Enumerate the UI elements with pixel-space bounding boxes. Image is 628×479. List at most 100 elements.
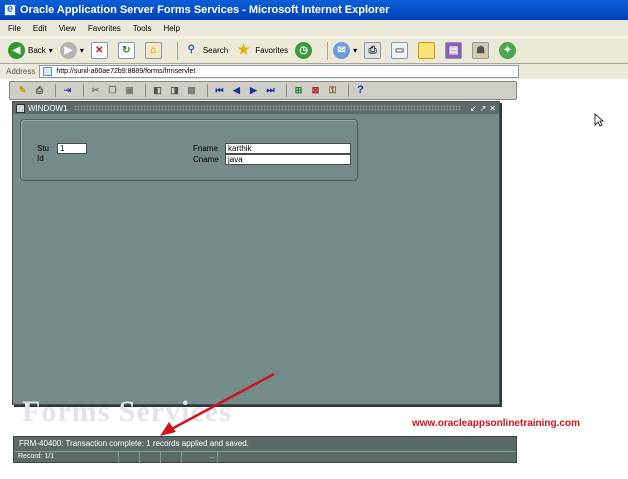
cname-label: Cname bbox=[193, 155, 219, 164]
menu-bar: File Edit View Favorites Tools Help bbox=[0, 20, 628, 37]
cut-icon[interactable]: ✂ bbox=[89, 84, 102, 97]
form-window: WINDOW1 ↙ ↗ ✕ Stu Id 1 Fname karthik Cna… bbox=[12, 101, 500, 405]
previous-block-icon[interactable]: ⏮ bbox=[213, 84, 226, 97]
edit-button[interactable]: ▭ bbox=[391, 42, 411, 59]
toolbar-divider bbox=[286, 84, 287, 97]
history-button[interactable]: ◷ bbox=[295, 42, 315, 59]
student-block: Stu Id 1 Fname karthik Cname java bbox=[20, 119, 358, 181]
browser-toolbar: ◀ Back ▾ ▶ ▾ ✕ ↻ ⌂ ⚲ Search ★ Favorites … bbox=[0, 37, 628, 64]
paste-icon[interactable]: ▣ bbox=[123, 84, 136, 97]
exit-icon[interactable]: ⇥ bbox=[61, 84, 74, 97]
stu-id-field[interactable]: 1 bbox=[57, 143, 87, 154]
back-button[interactable]: ◀ Back ▾ bbox=[8, 42, 53, 59]
toolbar-divider bbox=[207, 84, 208, 97]
mail-dropdown-icon[interactable]: ▾ bbox=[353, 46, 357, 55]
menu-view[interactable]: View bbox=[59, 24, 76, 33]
form-window-title: WINDOW1 bbox=[28, 103, 68, 113]
menu-file[interactable]: File bbox=[8, 24, 21, 33]
refresh-icon: ↻ bbox=[117, 42, 135, 59]
history-icon: ◷ bbox=[295, 42, 313, 59]
toolbar-divider bbox=[55, 84, 56, 97]
record-indicator: Record: 1/1 bbox=[14, 452, 119, 463]
record-line: Record: 1/1 ... bbox=[14, 451, 516, 463]
window-title: Oracle Application Server Forms Services… bbox=[20, 4, 390, 16]
msn-icon: ✦ bbox=[499, 42, 517, 59]
messenger-icon: ☗ bbox=[472, 42, 490, 59]
favorites-button[interactable]: ★ Favorites bbox=[235, 42, 288, 59]
address-input[interactable]: http://sunil-a60ae72b9:8889/forms/frmser… bbox=[39, 65, 520, 78]
status-message: FRM-40400: Transaction complete: 1 recor… bbox=[19, 439, 249, 448]
fname-field[interactable]: karthik bbox=[225, 143, 351, 154]
menu-favorites[interactable]: Favorites bbox=[88, 24, 121, 33]
forward-button[interactable]: ▶ ▾ bbox=[59, 42, 84, 59]
window-controls: ↙ ↗ ✕ bbox=[467, 104, 496, 113]
home-button[interactable]: ⌂ bbox=[144, 42, 165, 59]
print-icon[interactable]: ⎙ bbox=[33, 84, 46, 97]
research-button[interactable]: ▤ bbox=[445, 42, 465, 59]
stop-button[interactable]: ✕ bbox=[90, 42, 111, 59]
star-icon: ★ bbox=[237, 41, 250, 57]
menu-edit[interactable]: Edit bbox=[33, 24, 47, 33]
toolbar-divider bbox=[348, 84, 349, 97]
forward-dropdown-icon[interactable]: ▾ bbox=[80, 46, 84, 55]
msn-button[interactable]: ✦ bbox=[499, 42, 519, 59]
fname-label: Fname bbox=[193, 144, 218, 153]
mouse-pointer-icon bbox=[594, 113, 604, 127]
menu-tools[interactable]: Tools bbox=[133, 24, 152, 33]
print-button[interactable]: ⎙ bbox=[364, 42, 384, 59]
mail-button[interactable]: ✉ ▾ bbox=[333, 42, 357, 59]
cname-field[interactable]: java bbox=[225, 154, 351, 165]
menu-help[interactable]: Help bbox=[163, 24, 179, 33]
refresh-button[interactable]: ↻ bbox=[117, 42, 138, 59]
next-record-icon[interactable]: ▶ bbox=[247, 84, 260, 97]
maximize-icon[interactable]: ↗ bbox=[480, 104, 487, 113]
window-icon bbox=[16, 103, 25, 113]
search-button[interactable]: ⚲ Search bbox=[183, 42, 229, 59]
stu-id-label: Stu bbox=[37, 144, 50, 153]
minimize-icon[interactable]: ↙ bbox=[470, 104, 477, 113]
note-icon bbox=[418, 42, 436, 59]
execute-query-icon[interactable]: ◨ bbox=[168, 84, 181, 97]
status-cell bbox=[161, 452, 182, 463]
annotation-arrow bbox=[160, 372, 275, 436]
stu-id-label-line2: Id bbox=[37, 154, 44, 163]
mail-icon: ✉ bbox=[333, 42, 351, 59]
status-cell bbox=[140, 452, 161, 463]
ie-icon bbox=[4, 3, 16, 16]
lock-record-icon[interactable]: ⚿ bbox=[326, 84, 339, 97]
previous-record-icon[interactable]: ◀ bbox=[230, 84, 243, 97]
status-bar: FRM-40400: Transaction complete: 1 recor… bbox=[13, 436, 517, 463]
forward-arrow-icon: ▶ bbox=[59, 42, 77, 59]
help-icon[interactable]: ? bbox=[354, 84, 367, 97]
messenger-button[interactable]: ☗ bbox=[472, 42, 492, 59]
insert-record-icon[interactable]: ⊞ bbox=[292, 84, 305, 97]
print-icon: ⎙ bbox=[364, 42, 382, 59]
close-icon[interactable]: ✕ bbox=[489, 104, 496, 113]
cancel-query-icon[interactable]: ▦ bbox=[185, 84, 198, 97]
delete-record-icon[interactable]: ⊠ bbox=[309, 84, 322, 97]
search-icon: ⚲ bbox=[187, 44, 195, 55]
ie-window: Oracle Application Server Forms Services… bbox=[0, 0, 628, 479]
search-label: Search bbox=[202, 46, 229, 55]
back-dropdown-icon[interactable]: ▾ bbox=[49, 46, 53, 55]
page-icon bbox=[43, 67, 53, 76]
enter-query-icon[interactable]: ◧ bbox=[151, 84, 164, 97]
address-label: Address bbox=[6, 67, 36, 76]
forms-toolbar: ✎ ⎙ ⇥ ✂ ❐ ▣ ◧ ◨ ▦ ⏮ ◀ ▶ ⏭ ⊞ ⊠ ⚿ ? bbox=[9, 81, 517, 100]
stop-icon: ✕ bbox=[90, 42, 108, 59]
form-window-titlebar: WINDOW1 ↙ ↗ ✕ bbox=[13, 102, 499, 114]
toolbar-divider bbox=[145, 84, 146, 97]
edit-icon: ▭ bbox=[391, 42, 409, 59]
next-block-icon[interactable]: ⏭ bbox=[264, 84, 277, 97]
discuss-button[interactable] bbox=[418, 42, 438, 59]
toolbar-divider bbox=[176, 41, 178, 60]
status-cell bbox=[119, 452, 140, 463]
save-icon[interactable]: ✎ bbox=[16, 84, 29, 97]
research-icon: ▤ bbox=[445, 42, 463, 59]
copy-icon[interactable]: ❐ bbox=[106, 84, 119, 97]
favorites-label: Favorites bbox=[255, 46, 289, 55]
toolbar-divider bbox=[327, 41, 329, 60]
back-arrow-icon: ◀ bbox=[8, 42, 25, 59]
toolbar-divider bbox=[83, 84, 84, 97]
website-annotation: www.oracleappsonlinetraining.com bbox=[412, 418, 580, 429]
